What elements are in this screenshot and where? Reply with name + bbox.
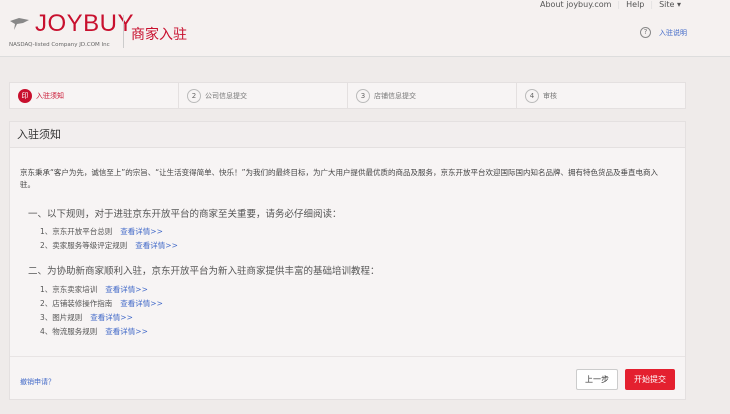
- section-title: 商家入驻: [131, 27, 187, 43]
- details-link[interactable]: 查看详情>>: [120, 299, 163, 308]
- divider: |: [617, 0, 621, 9]
- help-link[interactable]: Help: [626, 0, 644, 10]
- logo-text: JOYBUY: [35, 10, 135, 37]
- step-number: 3: [356, 88, 370, 103]
- item-label: 1、京东开放平台总则: [40, 227, 113, 236]
- card-footer: 撤销申请？ 上一步 开始提交: [10, 356, 685, 400]
- card-title: 入驻须知: [10, 122, 685, 148]
- step-number: 2: [187, 88, 201, 103]
- item-label: 2、店铺装修操作指南: [40, 299, 113, 308]
- step-label: 公司信息提交: [205, 91, 247, 100]
- intro-text: 京东秉承“客户为先，诚信至上”的宗旨、“让生活变得简单、快乐！”为我们的最终目标…: [20, 168, 659, 189]
- tagline: NASDAQ-listed Company JD.COM Inc: [9, 42, 110, 48]
- step-3: 3 店铺信息提交: [348, 83, 517, 108]
- progress-steps: 印入驻须知 2 公司信息提交 3 店铺信息提交 4 审核: [9, 82, 686, 109]
- list-item: 1、京东开放平台总则 查看详情>>: [40, 226, 163, 237]
- list-item: 3、图片规则 查看详情>>: [40, 312, 133, 323]
- question-icon[interactable]: ?: [640, 27, 651, 38]
- previous-button[interactable]: 上一步: [576, 369, 618, 390]
- list-item: 1、京东卖家培训 查看详情>>: [40, 284, 148, 295]
- top-links: About joybuy.com | Help | Site ▾: [540, 0, 681, 10]
- notice-icon: 印: [18, 88, 32, 103]
- details-link[interactable]: 查看详情>>: [120, 227, 163, 236]
- step-number: 4: [525, 88, 539, 103]
- step-4: 4 审核: [517, 83, 685, 108]
- list-item: 2、店铺装修操作指南 查看详情>>: [40, 298, 163, 309]
- details-link[interactable]: 查看详情>>: [105, 327, 148, 336]
- item-label: 2、卖家服务等级评定规则: [40, 241, 128, 250]
- bird-logo-icon: [10, 18, 29, 30]
- header: JOYBUY NASDAQ-listed Company JD.COM Inc …: [0, 0, 730, 57]
- site-label: Site: [659, 0, 675, 9]
- divider: |: [650, 0, 654, 9]
- details-link[interactable]: 查看详情>>: [90, 313, 133, 322]
- item-label: 1、京东卖家培训: [40, 285, 98, 294]
- help-section: ? 入驻说明: [640, 27, 687, 38]
- start-submit-button[interactable]: 开始提交: [625, 369, 675, 390]
- section-2-heading: 二、为协助新商家顺利入驻，京东开放平台为新入驻商家提供丰富的基础培训教程：: [28, 266, 380, 277]
- item-label: 4、物流服务规则: [40, 327, 98, 336]
- cancel-application-link[interactable]: 撤销申请？: [20, 377, 55, 387]
- notice-card: 入驻须知 京东秉承“客户为先，诚信至上”的宗旨、“让生活变得简单、快乐！”为我们…: [9, 121, 686, 400]
- details-link[interactable]: 查看详情>>: [135, 241, 178, 250]
- step-label: 入驻须知: [36, 91, 64, 100]
- site-dropdown[interactable]: Site ▾: [659, 0, 681, 10]
- step-label: 店铺信息提交: [374, 91, 416, 100]
- about-link[interactable]: About joybuy.com: [540, 0, 611, 10]
- item-label: 3、图片规则: [40, 313, 83, 322]
- section-1-heading: 一、以下规则，对于进驻京东开放平台的商家至关重要，请务必仔细阅读：: [28, 209, 342, 220]
- step-2: 2 公司信息提交: [179, 83, 348, 108]
- chevron-down-icon: ▾: [676, 0, 681, 9]
- divider: [123, 15, 124, 48]
- entry-guide-link[interactable]: 入驻说明: [659, 28, 687, 38]
- step-label: 审核: [543, 91, 557, 100]
- step-1: 印入驻须知: [10, 83, 179, 108]
- list-item: 4、物流服务规则 查看详情>>: [40, 326, 148, 337]
- list-item: 2、卖家服务等级评定规则 查看详情>>: [40, 240, 178, 251]
- details-link[interactable]: 查看详情>>: [105, 285, 148, 294]
- joybuy-logo[interactable]: JOYBUY: [9, 12, 134, 36]
